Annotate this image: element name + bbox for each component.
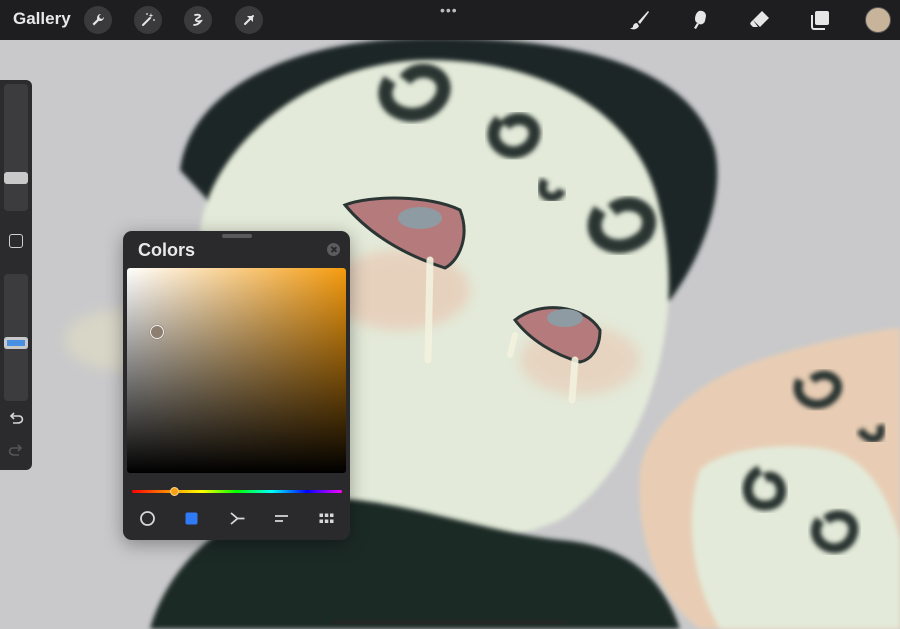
value-icon [274,514,288,522]
brush-size-thumb[interactable] [4,171,28,184]
classic-icon [185,512,197,524]
palettes-mode-button[interactable] [316,508,336,528]
transform-button[interactable] [235,6,263,34]
eraser-icon [750,11,769,27]
left-sidebar [0,80,32,470]
value-mode-button[interactable] [271,508,291,528]
undo-icon[interactable] [6,410,26,430]
arrow-cursor-icon [244,15,254,25]
classic-mode-button[interactable] [181,508,201,528]
smudge-button[interactable] [687,7,713,33]
brush-icon [630,11,649,30]
redo-icon[interactable] [6,442,26,462]
hue-slider[interactable] [132,490,342,493]
adjustments-button[interactable] [134,6,162,34]
brush-opacity-thumb[interactable] [4,337,28,350]
modify-button[interactable] [9,234,23,248]
paint-button[interactable] [627,7,653,33]
wrench-icon [92,14,104,26]
panel-title: Colors [138,240,196,260]
color-picker-handle[interactable] [150,325,164,339]
palettes-icon [319,513,333,523]
actions-button[interactable] [84,6,112,34]
harmony-icon [229,511,244,525]
saturation-value-picker[interactable] [127,268,346,473]
more-options-icon[interactable]: ••• [440,2,458,18]
close-icon[interactable] [327,243,340,256]
selection-button[interactable] [184,6,212,34]
erase-button[interactable] [747,7,773,33]
home-indicator [332,620,568,624]
smudge-icon [694,10,706,29]
disc-icon [139,510,155,526]
hue-slider-thumb[interactable] [170,487,179,496]
brush-opacity-slider[interactable] [4,274,28,401]
harmony-mode-button[interactable] [227,508,247,528]
brush-size-slider[interactable] [4,84,28,211]
layers-button[interactable] [807,7,833,33]
disc-mode-button[interactable] [137,508,157,528]
current-color-swatch[interactable] [865,7,891,33]
panel-drag-handle[interactable] [222,234,252,238]
layers-icon [811,11,829,30]
colors-panel: Colors [123,231,350,540]
magic-wand-icon [142,13,155,26]
top-toolbar: Gallery ••• [0,0,900,40]
selection-icon [193,13,203,26]
gallery-button[interactable]: Gallery [13,9,71,29]
